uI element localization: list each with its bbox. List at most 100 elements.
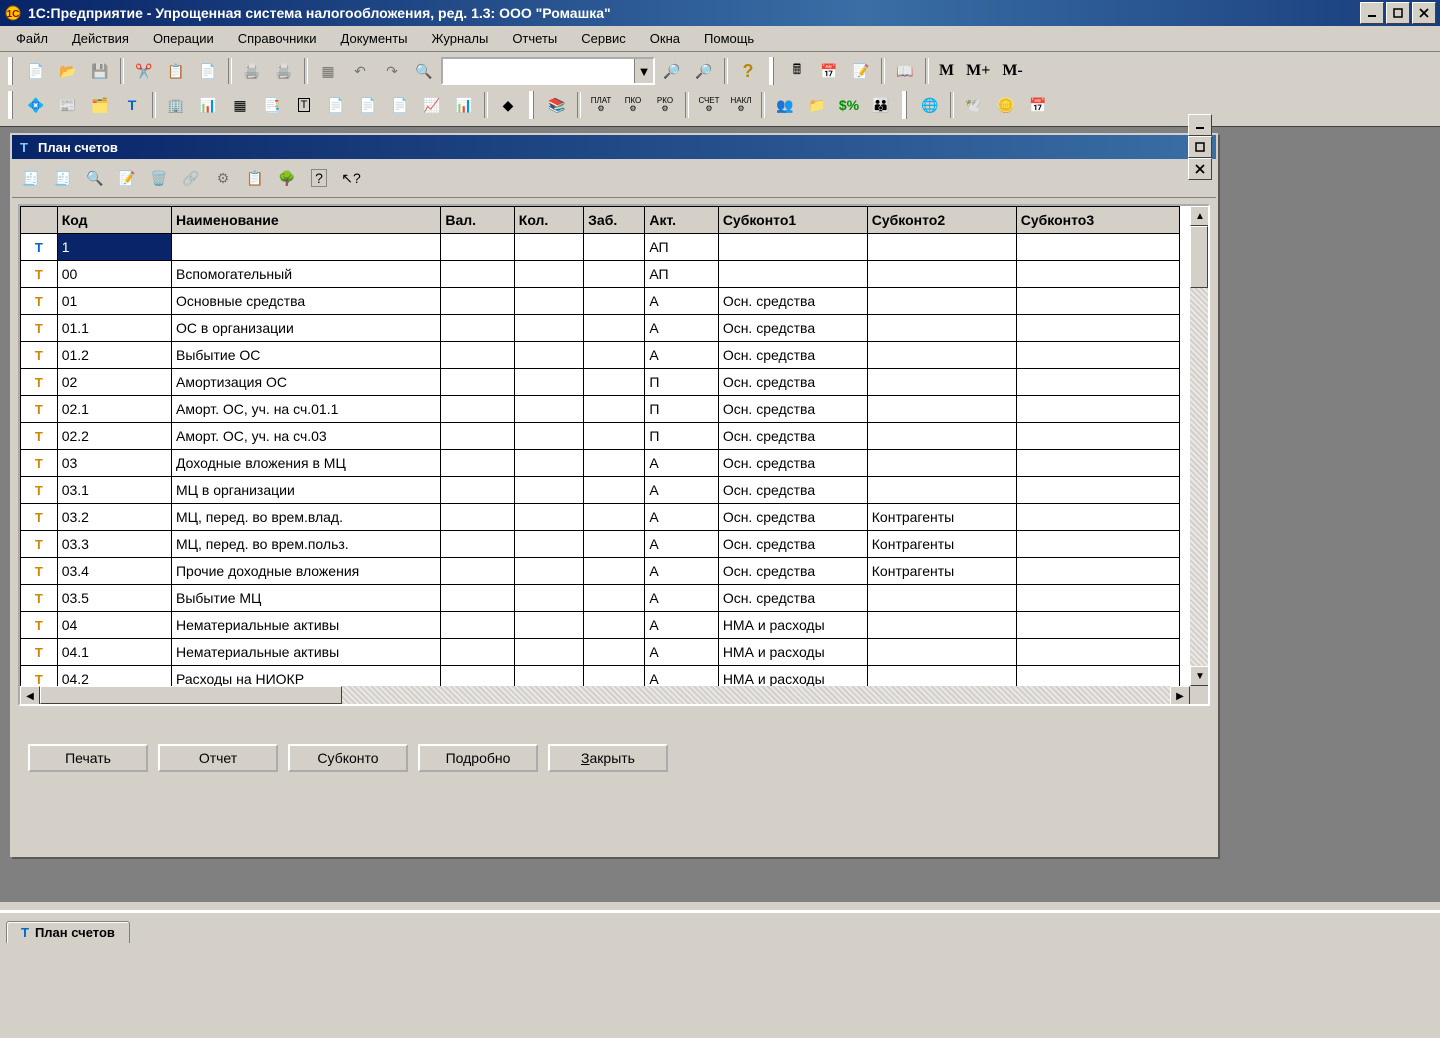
- tb2-pko-icon[interactable]: ПКО⚙: [618, 90, 648, 120]
- tb2-coins-icon[interactable]: 🪙: [991, 90, 1021, 120]
- cell-kol[interactable]: [514, 396, 583, 423]
- scroll-up-icon[interactable]: ▲: [1190, 206, 1210, 226]
- table-row[interactable]: Т03.1МЦ в организацииАОсн. средства: [21, 477, 1180, 504]
- tb2-icon-1[interactable]: 💠: [21, 90, 51, 120]
- find-icon[interactable]: 🔍: [409, 56, 439, 86]
- cell-akt[interactable]: П: [645, 396, 718, 423]
- search-dropdown-icon[interactable]: ▼: [634, 59, 653, 83]
- report-button[interactable]: Отчет: [158, 744, 278, 772]
- cell-akt[interactable]: А: [645, 288, 718, 315]
- cell-s1[interactable]: НМА и расходы: [718, 612, 867, 639]
- cell-s3[interactable]: [1016, 369, 1179, 396]
- cell-zab[interactable]: [584, 585, 645, 612]
- cell-s2[interactable]: [867, 369, 1016, 396]
- save-icon[interactable]: 💾: [85, 56, 115, 86]
- tb2-icon-10[interactable]: 📄: [321, 90, 351, 120]
- cell-s1[interactable]: НМА и расходы: [718, 639, 867, 666]
- tb2-icon-13[interactable]: 📈: [417, 90, 447, 120]
- toolbar-grip[interactable]: [8, 57, 15, 85]
- cell-name[interactable]: Выбытие ОС: [171, 342, 440, 369]
- toolbar-grip[interactable]: [529, 91, 536, 119]
- paste-icon[interactable]: 📄: [193, 56, 223, 86]
- cell-kol[interactable]: [514, 558, 583, 585]
- tb2-group-icon[interactable]: 👪: [866, 90, 896, 120]
- close-button-dialog[interactable]: Закрыть: [548, 744, 668, 772]
- table-row[interactable]: Т03.3МЦ, перед. во врем.польз.АОсн. сред…: [21, 531, 1180, 558]
- menu-help[interactable]: Помощь: [694, 29, 764, 48]
- cell-zab[interactable]: [584, 369, 645, 396]
- cell-name[interactable]: ОС в организации: [171, 315, 440, 342]
- grid-header-7[interactable]: Субконто1: [718, 207, 867, 234]
- cell-s3[interactable]: [1016, 558, 1179, 585]
- tb2-icon-12[interactable]: 📄: [385, 90, 415, 120]
- cell-zab[interactable]: [584, 396, 645, 423]
- cell-s2[interactable]: [867, 234, 1016, 261]
- grid-header-9[interactable]: Субконто3: [1016, 207, 1179, 234]
- menu-windows[interactable]: Окна: [640, 29, 690, 48]
- cell-code[interactable]: 03.1: [57, 477, 171, 504]
- tb2-nakl-icon[interactable]: НАКЛ⚙: [726, 90, 756, 120]
- calc-icon[interactable]: 🖩: [782, 56, 812, 86]
- cell-code[interactable]: 03.5: [57, 585, 171, 612]
- cell-kol[interactable]: [514, 585, 583, 612]
- ct-new-icon[interactable]: 🧾: [16, 163, 46, 193]
- cell-akt[interactable]: А: [645, 585, 718, 612]
- cell-zab[interactable]: [584, 234, 645, 261]
- tb2-cal-icon[interactable]: 📅: [1023, 90, 1053, 120]
- cell-s2[interactable]: [867, 450, 1016, 477]
- cell-name[interactable]: Прочие доходные вложения: [171, 558, 440, 585]
- cell-val[interactable]: [441, 396, 514, 423]
- cell-name[interactable]: Основные средства: [171, 288, 440, 315]
- cell-s3[interactable]: [1016, 450, 1179, 477]
- cell-akt[interactable]: А: [645, 558, 718, 585]
- cell-s3[interactable]: [1016, 585, 1179, 612]
- cell-kol[interactable]: [514, 477, 583, 504]
- ct-copy-icon[interactable]: 📋: [240, 163, 270, 193]
- cell-name[interactable]: МЦ в организации: [171, 477, 440, 504]
- table-row[interactable]: Т02Амортизация ОСПОсн. средства: [21, 369, 1180, 396]
- cell-s1[interactable]: Осн. средства: [718, 423, 867, 450]
- cell-s1[interactable]: Осн. средства: [718, 450, 867, 477]
- cell-code[interactable]: 02.1: [57, 396, 171, 423]
- cell-s1[interactable]: [718, 261, 867, 288]
- cell-akt[interactable]: АП: [645, 234, 718, 261]
- cell-akt[interactable]: П: [645, 369, 718, 396]
- cell-s2[interactable]: [867, 612, 1016, 639]
- cell-name[interactable]: [171, 234, 440, 261]
- cell-code[interactable]: 00: [57, 261, 171, 288]
- cell-val[interactable]: [441, 369, 514, 396]
- search-combo[interactable]: ▼: [441, 57, 655, 85]
- tb2-globe-icon[interactable]: 🌐: [915, 90, 945, 120]
- ct-tree-icon[interactable]: 🌳: [272, 163, 302, 193]
- cell-val[interactable]: [441, 450, 514, 477]
- cell-kol[interactable]: [514, 261, 583, 288]
- ct-link-icon[interactable]: 🔗: [176, 163, 206, 193]
- tb2-chart-icon[interactable]: 📊: [449, 90, 479, 120]
- cell-code[interactable]: 03: [57, 450, 171, 477]
- child-close-button[interactable]: [1188, 158, 1212, 180]
- cell-s2[interactable]: [867, 639, 1016, 666]
- cell-kol[interactable]: [514, 531, 583, 558]
- cell-name[interactable]: Амортизация ОС: [171, 369, 440, 396]
- cell-code[interactable]: 03.3: [57, 531, 171, 558]
- cell-kol[interactable]: [514, 315, 583, 342]
- cell-kol[interactable]: [514, 450, 583, 477]
- ct-new2-icon[interactable]: 🧾: [48, 163, 78, 193]
- cell-s2[interactable]: [867, 288, 1016, 315]
- cell-akt[interactable]: П: [645, 423, 718, 450]
- cell-code[interactable]: 04: [57, 612, 171, 639]
- ct-filter-icon[interactable]: ⚙: [208, 163, 238, 193]
- menu-operations[interactable]: Операции: [143, 29, 224, 48]
- tb2-icon-7[interactable]: ▦: [225, 90, 255, 120]
- table-row[interactable]: Т01.2Выбытие ОСАОсн. средства: [21, 342, 1180, 369]
- cell-kol[interactable]: [514, 639, 583, 666]
- cell-val[interactable]: [441, 315, 514, 342]
- cell-zab[interactable]: [584, 450, 645, 477]
- cell-s3[interactable]: [1016, 261, 1179, 288]
- menu-reports[interactable]: Отчеты: [502, 29, 567, 48]
- cell-val[interactable]: [441, 342, 514, 369]
- cell-kol[interactable]: [514, 423, 583, 450]
- cell-name[interactable]: Вспомогательный: [171, 261, 440, 288]
- grid-header-5[interactable]: Заб.: [584, 207, 645, 234]
- cell-akt[interactable]: АП: [645, 261, 718, 288]
